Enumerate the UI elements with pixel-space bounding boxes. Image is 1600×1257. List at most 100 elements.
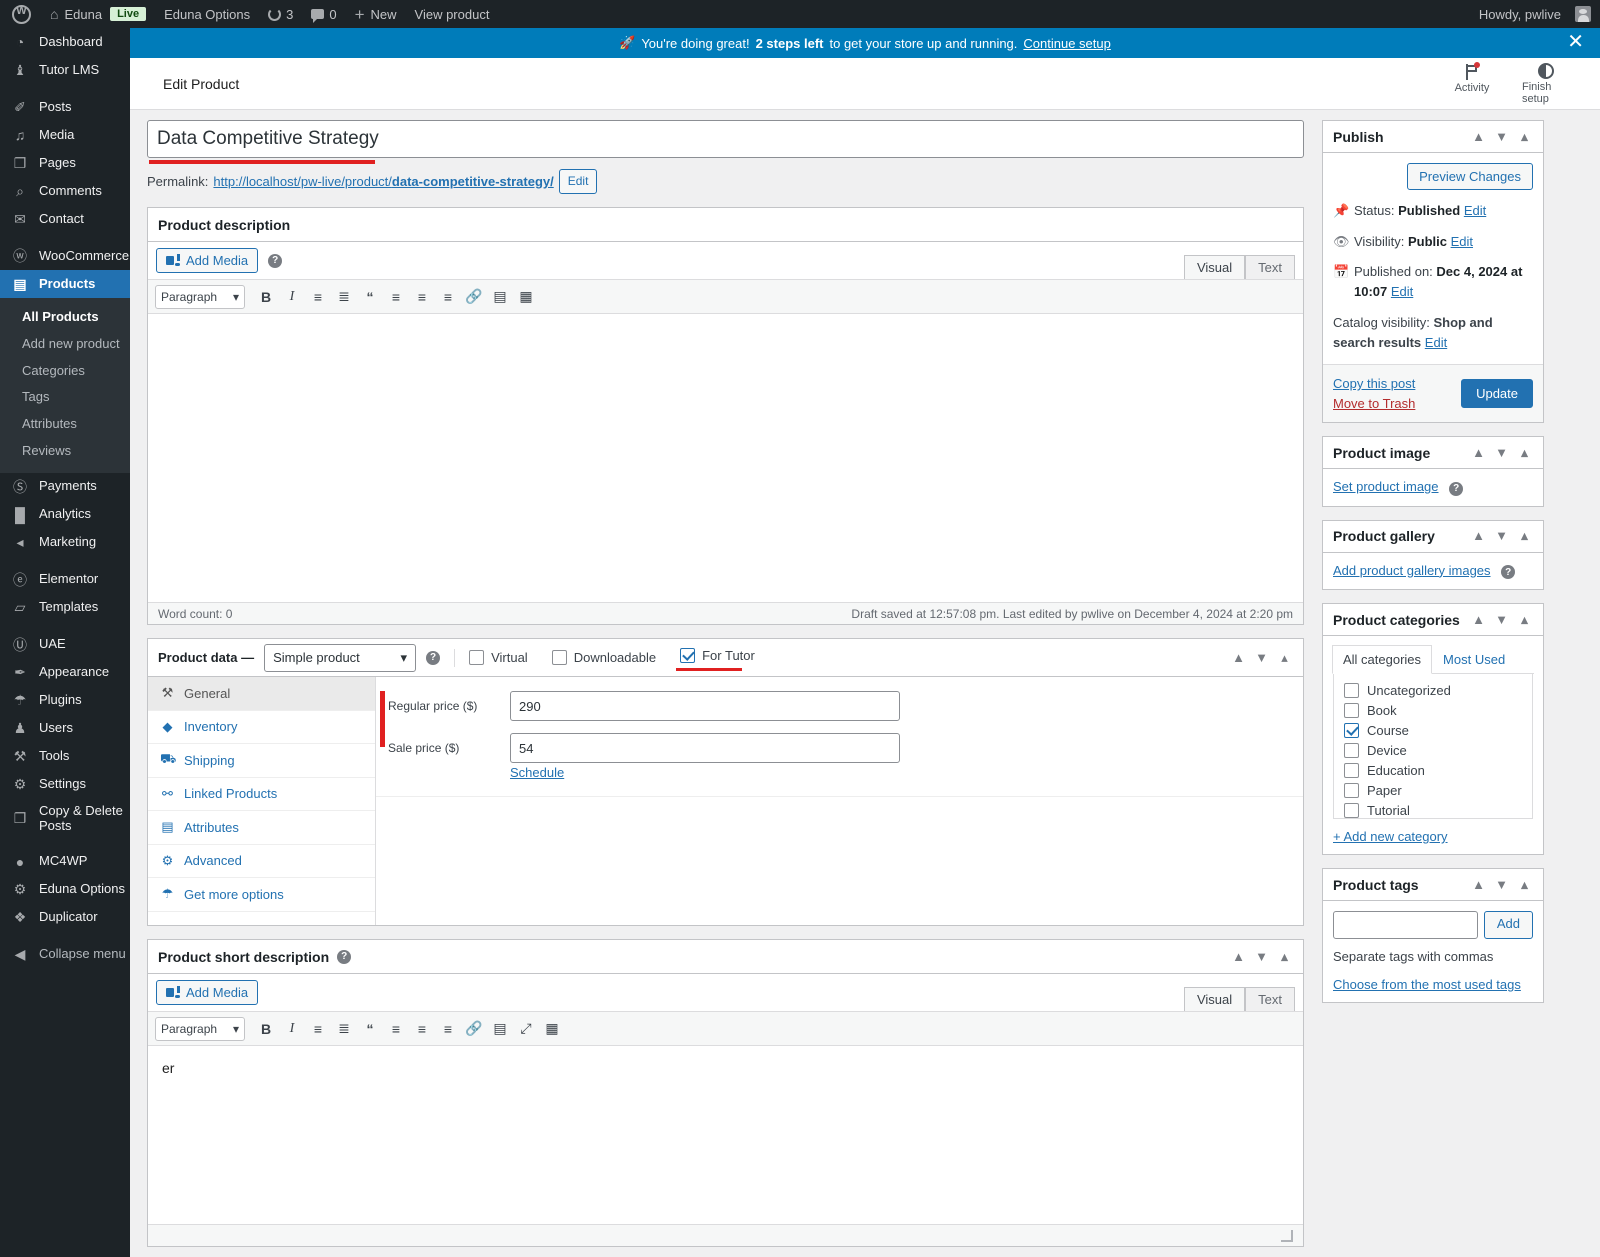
category-checkbox-education[interactable]	[1344, 763, 1359, 778]
tab-text[interactable]: Text	[1245, 255, 1295, 280]
submenu-item-tags[interactable]: Tags	[0, 384, 130, 411]
wordpress-logo-menu[interactable]	[0, 0, 41, 28]
add-new-category-link[interactable]: + Add new category	[1333, 829, 1448, 844]
move-up-icon[interactable]: ▲	[1470, 528, 1487, 544]
move-up-icon[interactable]: ▲	[1470, 445, 1487, 461]
sidebar-item-users[interactable]: ♟ Users	[0, 715, 130, 743]
category-item-tutorial[interactable]: Tutorial	[1344, 803, 1522, 818]
edit-catalog-link[interactable]: Edit	[1425, 335, 1447, 350]
tab-visual[interactable]: Visual	[1183, 987, 1246, 1012]
finish-setup-button[interactable]: Finish setup	[1522, 62, 1570, 105]
close-icon[interactable]: ✕	[1567, 32, 1584, 52]
tab-all-categories[interactable]: All categories	[1332, 645, 1433, 674]
downloadable-checkbox[interactable]	[551, 650, 567, 666]
sidebar-item-tools[interactable]: ⚒ Tools	[0, 743, 130, 771]
category-item-course[interactable]: Course	[1344, 723, 1522, 738]
toggle-panel-icon[interactable]: ▴	[1516, 612, 1533, 628]
product-data-tab-attributes[interactable]: ▤ Attributes	[148, 811, 375, 845]
numbered-list-button[interactable]: ≣	[331, 1016, 357, 1042]
sidebar-item-woocommerce[interactable]: ⓦ WooCommerce	[0, 242, 130, 270]
preview-changes-button[interactable]: Preview Changes	[1407, 163, 1533, 190]
comments-menu[interactable]: 0	[302, 0, 345, 28]
italic-button[interactable]: I	[279, 284, 305, 310]
sidebar-item-eduna-options[interactable]: ⚙ Eduna Options	[0, 876, 130, 904]
site-name-menu[interactable]: ⌂ Eduna Live	[41, 0, 155, 28]
set-product-image-link[interactable]: Set product image	[1333, 479, 1439, 494]
help-icon[interactable]: ?	[426, 650, 441, 665]
move-to-trash-link[interactable]: Move to Trash	[1333, 394, 1415, 414]
edit-permalink-button[interactable]: Edit	[558, 169, 598, 195]
category-item-book[interactable]: Book	[1344, 703, 1522, 718]
virtual-checkbox[interactable]	[469, 650, 485, 666]
activity-button[interactable]: Activity	[1448, 61, 1496, 105]
continue-setup-link[interactable]: Continue setup	[1023, 36, 1110, 51]
sidebar-item-marketing[interactable]: ◂ Marketing	[0, 529, 130, 557]
sidebar-item-collapse-menu[interactable]: ◀ Collapse menu	[0, 941, 130, 969]
move-down-icon[interactable]: ▼	[1253, 650, 1270, 666]
sidebar-item-dashboard[interactable]: ◔ Dashboard	[0, 28, 130, 56]
read-more-button[interactable]: ▤	[487, 1016, 513, 1042]
sidebar-item-tutor-lms[interactable]: ♝ Tutor LMS	[0, 56, 130, 84]
move-up-icon[interactable]: ▲	[1470, 612, 1487, 628]
bulleted-list-button[interactable]: ≡	[305, 284, 331, 310]
paragraph-format-select[interactable]: Paragraph ▾	[155, 1016, 245, 1041]
category-item-paper[interactable]: Paper	[1344, 783, 1522, 798]
sidebar-item-copy-delete-posts[interactable]: ❐ Copy & Delete Posts	[0, 799, 130, 839]
help-icon[interactable]: ?	[1449, 481, 1464, 496]
category-item-device[interactable]: Device	[1344, 743, 1522, 758]
sidebar-item-analytics[interactable]: █ Analytics	[0, 501, 130, 529]
short-description-editor-body[interactable]: er	[148, 1046, 1303, 1225]
align-right-button[interactable]: ≡	[435, 284, 461, 310]
copy-post-link[interactable]: Copy this post	[1333, 374, 1415, 394]
edit-status-link[interactable]: Edit	[1464, 203, 1486, 218]
product-data-tab-general[interactable]: ⚒ General	[148, 677, 375, 711]
insert-link-icon[interactable]: 🔗	[461, 284, 487, 310]
update-button[interactable]: Update	[1461, 379, 1533, 408]
toggle-panel-icon[interactable]: ▴	[1516, 877, 1533, 893]
add-media-button[interactable]: Add Media	[156, 980, 259, 1006]
toggle-panel-icon[interactable]: ▴	[1516, 445, 1533, 461]
move-down-icon[interactable]: ▼	[1493, 528, 1510, 544]
new-content-menu[interactable]: + New	[346, 0, 406, 28]
bulleted-list-button[interactable]: ≡	[305, 1016, 331, 1042]
add-tag-button[interactable]: Add	[1483, 911, 1533, 939]
choose-most-used-tags-link[interactable]: Choose from the most used tags	[1333, 977, 1521, 992]
tab-visual[interactable]: Visual	[1183, 255, 1246, 280]
virtual-checkbox-row[interactable]: Virtual	[469, 650, 528, 666]
bold-button[interactable]: B	[253, 1016, 279, 1042]
tag-input[interactable]	[1333, 911, 1478, 939]
product-data-tab-linked-products[interactable]: ⚯ Linked Products	[148, 778, 375, 812]
toggle-panel-icon[interactable]: ▴	[1276, 949, 1293, 965]
category-checkbox-tutorial[interactable]	[1344, 803, 1359, 818]
sidebar-item-pages[interactable]: ❐ Pages	[0, 149, 130, 177]
add-gallery-images-link[interactable]: Add product gallery images	[1333, 563, 1491, 578]
submenu-item-add-new-product[interactable]: Add new product	[0, 331, 130, 358]
sidebar-item-elementor[interactable]: ⓔ Elementor	[0, 566, 130, 594]
submenu-item-reviews[interactable]: Reviews	[0, 438, 130, 465]
align-left-button[interactable]: ≡	[383, 284, 409, 310]
blockquote-button[interactable]: “	[357, 1016, 383, 1042]
fullscreen-icon[interactable]: ⤢	[513, 1016, 539, 1042]
add-media-button[interactable]: Add Media	[156, 248, 259, 274]
move-down-icon[interactable]: ▼	[1493, 445, 1510, 461]
tab-most-used[interactable]: Most Used	[1432, 645, 1516, 674]
sidebar-item-mc4wp[interactable]: ● MC4WP	[0, 848, 130, 876]
category-checkbox-paper[interactable]	[1344, 783, 1359, 798]
sidebar-item-contact[interactable]: ✉ Contact	[0, 205, 130, 233]
toolbar-toggle-button[interactable]: ▦	[539, 1016, 565, 1042]
toggle-panel-icon[interactable]: ▴	[1516, 528, 1533, 544]
description-editor-body[interactable]	[148, 314, 1303, 603]
regular-price-input[interactable]: 290	[510, 691, 900, 722]
align-center-button[interactable]: ≡	[409, 284, 435, 310]
view-product-menu[interactable]: View product	[406, 0, 499, 28]
toggle-panel-icon[interactable]: ▴	[1276, 650, 1293, 666]
blockquote-button[interactable]: “	[357, 284, 383, 310]
product-data-tab-shipping[interactable]: ⛟ Shipping	[148, 744, 375, 778]
sale-price-input[interactable]: 54	[510, 733, 900, 764]
sidebar-item-duplicator[interactable]: ❖ Duplicator	[0, 904, 130, 932]
insert-link-icon[interactable]: 🔗	[461, 1016, 487, 1042]
submenu-item-all-products[interactable]: All Products	[0, 304, 130, 331]
category-checkbox-uncategorized[interactable]	[1344, 683, 1359, 698]
sidebar-item-posts[interactable]: ✐ Posts	[0, 93, 130, 121]
for-tutor-checkbox[interactable]	[680, 648, 696, 664]
